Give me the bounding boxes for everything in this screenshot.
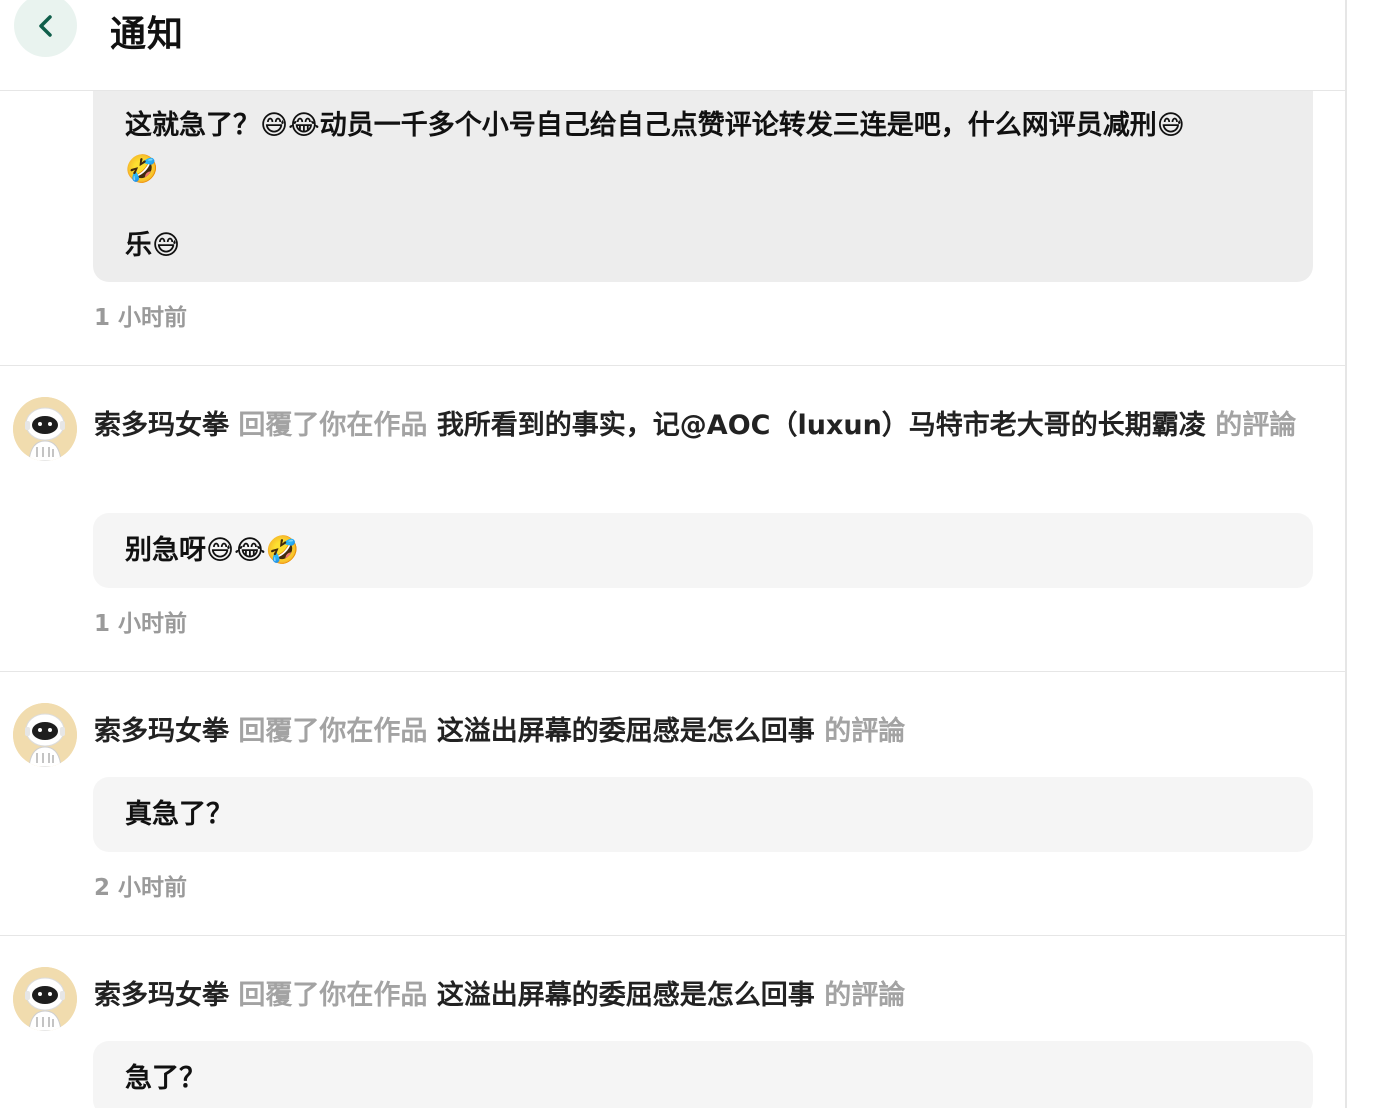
notification-item[interactable]: 索多玛女拳 回覆了你在作品 这溢出屏幕的委屈感是怎么回事 的評論 真急了？ 2 …	[0, 671, 1345, 936]
action-text: 回覆了你在作品	[238, 980, 428, 1011]
action-text: 回覆了你在作品	[238, 410, 428, 441]
reply-text-line	[125, 192, 1281, 224]
reply-bubble[interactable]: 真急了？	[93, 777, 1313, 852]
avatar[interactable]	[13, 703, 77, 767]
timestamp: 1 小时前	[94, 305, 188, 331]
top-bar: 通知	[0, 0, 1345, 91]
username-link[interactable]: 索多玛女拳	[94, 980, 229, 1011]
action-text: 回覆了你在作品	[238, 716, 428, 747]
timestamp: 1 小时前	[94, 611, 188, 637]
notification-headline: 索多玛女拳 回覆了你在作品 这溢出屏幕的委屈感是怎么回事 的評論	[94, 711, 1309, 753]
avatar[interactable]	[13, 397, 77, 461]
notification-item[interactable]: 索多玛女拳 回覆了你在作品 这溢出屏幕的委屈感是怎么回事 的評論 急了？	[0, 935, 1345, 1108]
reply-text-line: 🤣	[125, 154, 159, 185]
astronaut-avatar-icon	[13, 967, 77, 1031]
notification-item[interactable]: 索多玛女拳 回覆了你在作品 我所看到的事实，记@AOC（luxun）马特市老大哥…	[0, 365, 1345, 672]
astronaut-avatar-icon	[13, 397, 77, 461]
reply-bubble: 这就急了？😅😂动员一千多个小号自己给自己点赞评论转发三连是吧，什么网评员减刑😅 …	[93, 90, 1313, 282]
reply-text: 真急了？	[125, 799, 233, 830]
reply-bubble[interactable]: 急了？	[93, 1041, 1313, 1108]
reply-text: 急了？	[125, 1063, 206, 1094]
avatar[interactable]	[13, 967, 77, 1031]
astronaut-avatar-icon	[13, 703, 77, 767]
suffix-text: 的評論	[1215, 410, 1297, 441]
notification-headline: 索多玛女拳 回覆了你在作品 这溢出屏幕的委屈感是怎么回事 的評論	[94, 975, 1309, 1017]
work-title-link[interactable]: 我所看到的事实，记@AOC（luxun）马特市老大哥的长期霸凌	[437, 410, 1206, 441]
timestamp: 2 小时前	[94, 875, 188, 901]
page-title: 通知	[110, 14, 185, 55]
suffix-text: 的評論	[824, 716, 906, 747]
back-button[interactable]	[14, 0, 77, 57]
notification-headline: 索多玛女拳 回覆了你在作品 我所看到的事实，记@AOC（luxun）马特市老大哥…	[94, 405, 1309, 447]
username-link[interactable]: 索多玛女拳	[94, 410, 229, 441]
reply-text-line: 乐😅	[125, 230, 181, 261]
reply-text-line: 这就急了？😅😂动员一千多个小号自己给自己点赞评论转发三连是吧，什么网评员减刑😅	[125, 110, 1185, 141]
reply-bubble[interactable]: 别急呀😅😂🤣	[93, 513, 1313, 588]
chevron-left-icon	[38, 14, 52, 37]
work-title-link[interactable]: 这溢出屏幕的委屈感是怎么回事	[437, 716, 815, 747]
username-link[interactable]: 索多玛女拳	[94, 716, 229, 747]
work-title-link[interactable]: 这溢出屏幕的委屈感是怎么回事	[437, 980, 815, 1011]
reply-text: 别急呀😅😂🤣	[125, 535, 300, 566]
panel-divider	[1345, 0, 1347, 1108]
notifications-panel: 这就急了？😅😂动员一千多个小号自己给自己点赞评论转发三连是吧，什么网评员减刑😅 …	[0, 0, 1345, 1108]
suffix-text: 的評論	[824, 980, 906, 1011]
